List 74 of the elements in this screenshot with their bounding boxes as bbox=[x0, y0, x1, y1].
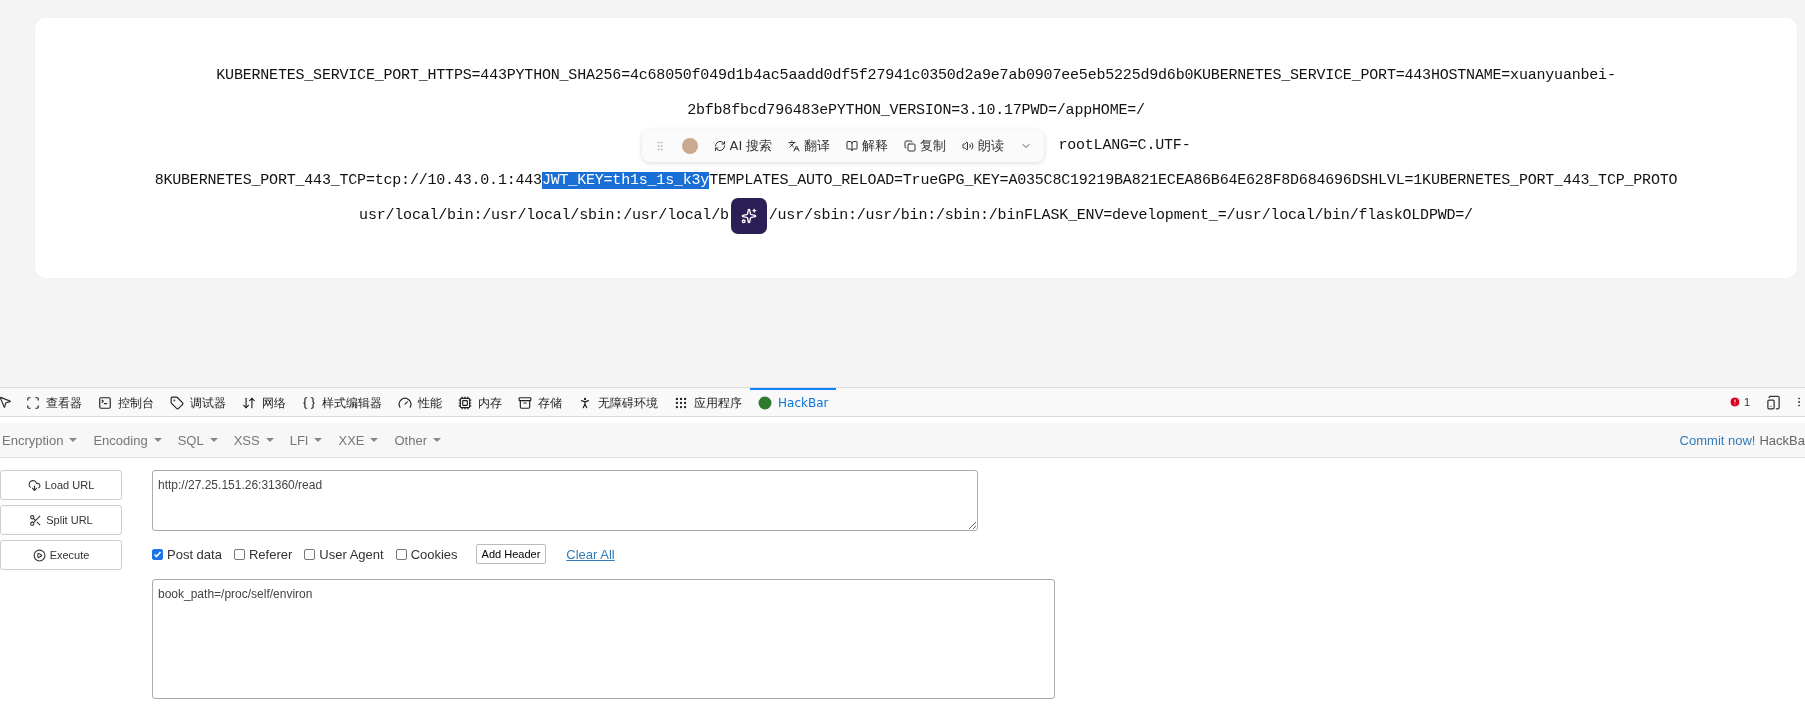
sparkle-icon bbox=[740, 207, 757, 224]
devtools-tab[interactable]: 查看器 bbox=[18, 388, 90, 416]
devtools-tab[interactable]: 内存 bbox=[450, 388, 510, 416]
page-text: rootLANG=C.UTF- bbox=[1058, 137, 1191, 154]
hackbar-action-button[interactable]: Split URL bbox=[0, 505, 122, 535]
person-icon bbox=[578, 396, 592, 410]
copy-icon bbox=[904, 139, 917, 152]
checkbox[interactable] bbox=[395, 548, 407, 560]
devtools-tab[interactable]: 调试器 bbox=[162, 388, 234, 416]
hackbar-action-button[interactable]: Execute bbox=[0, 540, 122, 570]
checkbox-label: Cookies bbox=[410, 546, 458, 562]
hackbar-menu[interactable]: LFI bbox=[289, 432, 331, 448]
checkbox-label: Referer bbox=[248, 546, 293, 562]
page-text: 2bfb8fbcd796483ePYTHON_VERSION=3.10.17PWD=/appHOME=/ bbox=[687, 102, 1145, 119]
commit-link[interactable]: Commit now! bbox=[1679, 432, 1756, 448]
checkbox-label: User Agent bbox=[319, 546, 384, 562]
ai-sparkle-button[interactable] bbox=[730, 197, 767, 234]
error-count[interactable]: 1 bbox=[1718, 388, 1760, 416]
devtools-tab[interactable]: 控制台 bbox=[90, 388, 162, 416]
hackbar-logo bbox=[758, 396, 772, 410]
archive-icon bbox=[518, 396, 532, 410]
devtools-tab[interactable]: 应用程序 bbox=[666, 388, 750, 416]
tablet-phone-icon bbox=[1766, 394, 1781, 410]
page-text: usr/local/bin:/usr/local/sbin:/usr/local/b bbox=[359, 207, 729, 224]
checkbox[interactable] bbox=[152, 548, 163, 560]
devtools-tab[interactable]: 无障碍环境 bbox=[570, 388, 666, 416]
page-text: TEMPLATES_AUTO_RELOAD=TrueGPG_KEY=A035C8C19219BA821ECEA86B64E628F8D684696DSHLVL=1KUBERNETES_PORT_443_TCP_PROTO bbox=[709, 172, 1678, 189]
checkbox[interactable] bbox=[233, 548, 245, 560]
pointer-icon bbox=[0, 395, 12, 409]
post-data-field[interactable]: book_path=/proc/self/environ bbox=[152, 579, 1055, 699]
scissors-icon bbox=[29, 513, 43, 527]
play-icon bbox=[32, 548, 46, 562]
avatar-circle bbox=[681, 137, 698, 154]
toolbar-action[interactable]: 解释 bbox=[846, 136, 889, 155]
chip-icon bbox=[458, 396, 472, 410]
add-header-button[interactable]: Add Header bbox=[475, 544, 547, 564]
grid-icon bbox=[674, 396, 688, 410]
alert-icon bbox=[1728, 396, 1741, 408]
book-icon bbox=[846, 139, 859, 152]
braces-icon bbox=[302, 396, 316, 410]
speaker-icon bbox=[962, 139, 975, 152]
scan-icon bbox=[26, 396, 40, 410]
devtools-tab[interactable]: 存储 bbox=[510, 388, 570, 416]
hackbar-action-button[interactable]: Load URL bbox=[0, 470, 122, 500]
refresh-icon bbox=[713, 139, 726, 152]
checkbox[interactable] bbox=[304, 548, 316, 560]
clear-all-link[interactable]: Clear All bbox=[566, 546, 615, 562]
checkbox-label: Post data bbox=[167, 546, 222, 562]
toolbar-action[interactable]: 朗读 bbox=[962, 136, 1005, 155]
translate-icon bbox=[788, 139, 801, 152]
terminal-icon bbox=[98, 396, 112, 410]
devtools-tab[interactable]: HackBar bbox=[750, 388, 837, 416]
url-field[interactable]: http://27.25.151.26:31360/read bbox=[152, 470, 978, 531]
page-text: KUBERNETES_SERVICE_PORT_HTTPS=443PYTHON_SHA256=4c68050f049d1b4ac5aadd0df5f27941c0350d2a9e7ab0907ee5eb5225d9d6b0KUBERNETES_SERVICE_PORT=443HOSTNAME=xuanyuanbei- bbox=[216, 67, 1616, 84]
hackbar-menu[interactable]: Other bbox=[394, 432, 449, 448]
hackbar-menu[interactable]: XSS bbox=[233, 432, 282, 448]
cloud-download-icon bbox=[27, 478, 41, 492]
page-text: 8KUBERNETES_PORT_443_TCP=tcp://10.43.0.1:443 bbox=[154, 172, 542, 189]
checkmark-icon bbox=[153, 549, 162, 559]
hackbar-menu[interactable]: Encryption bbox=[0, 432, 86, 448]
toolbar-action[interactable]: 复制 bbox=[904, 136, 947, 155]
toolbar-action[interactable]: 翻译 bbox=[788, 136, 831, 155]
hackbar-menu[interactable]: Encoding bbox=[93, 432, 170, 448]
tag-icon bbox=[170, 396, 184, 410]
gauge-icon bbox=[398, 396, 412, 410]
page-text: /usr/sbin:/usr/bin:/sbin:/binFLASK_ENV=development_=/usr/local/bin/flaskOLDPWD=/ bbox=[768, 207, 1473, 224]
devtools-tab[interactable]: 性能 bbox=[390, 388, 450, 416]
hackbar-menu[interactable]: SQL bbox=[177, 432, 226, 448]
hackbar-brand: HackBa bbox=[1759, 432, 1805, 448]
devtools-tab[interactable]: 样式编辑器 bbox=[294, 388, 390, 416]
toolbar-action[interactable]: AI 搜索 bbox=[713, 136, 773, 155]
hackbar-menu[interactable]: XXE bbox=[338, 432, 387, 448]
devtools-tab[interactable]: 网络 bbox=[234, 388, 294, 416]
arrows-up-down-icon bbox=[242, 396, 256, 410]
